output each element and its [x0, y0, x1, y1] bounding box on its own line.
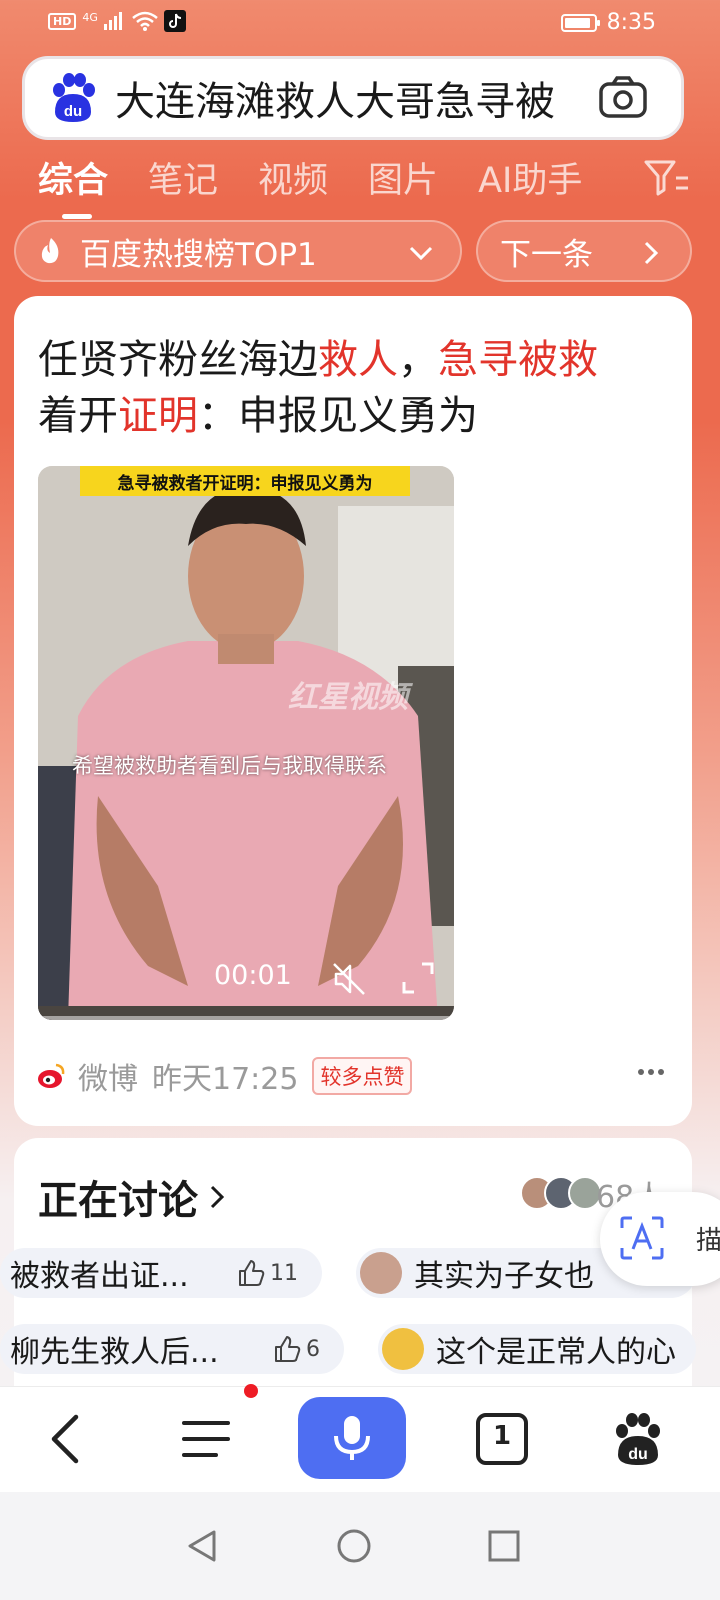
- video-player[interactable]: 急寻被救者开证明：申报见义勇为 红星视频 希望被救助者看到后与我取得联系 00:…: [38, 466, 454, 1020]
- search-bar[interactable]: du 大连海滩救人大哥急寻被: [22, 56, 684, 140]
- hot-search-rank[interactable]: 百度热搜榜TOP1: [14, 220, 462, 282]
- more-options-icon[interactable]: [636, 1062, 666, 1082]
- popular-badge: 较多点赞: [312, 1057, 413, 1095]
- title-part: 着开: [38, 393, 118, 439]
- video-progress-bar[interactable]: [38, 1016, 454, 1020]
- title-highlight: 急寻被救: [438, 337, 598, 383]
- article-title[interactable]: 任贤齐粉丝海边救人，急寻被救着开证明：申报见义勇为: [38, 332, 668, 444]
- article-time: 昨天17:25: [152, 1062, 299, 1097]
- next-item-button[interactable]: 下一条: [476, 220, 692, 282]
- microphone-icon: [334, 1416, 370, 1460]
- like-count[interactable]: 11: [236, 1258, 298, 1288]
- hd-indicator: HD: [48, 12, 77, 30]
- system-nav-bar: [0, 1492, 720, 1600]
- title-part: ：申报见义勇为: [198, 393, 478, 439]
- battery-level: [564, 17, 590, 28]
- battery-icon: [560, 13, 600, 32]
- title-part: 任贤齐粉丝海边: [38, 337, 318, 383]
- chevron-down-icon: [409, 246, 433, 261]
- clock: 8:35: [606, 10, 656, 35]
- chevron-right-icon: [644, 241, 659, 265]
- participant-avatars: [520, 1176, 602, 1210]
- comment-text: 被救者出证...: [10, 1259, 189, 1294]
- voice-search-button[interactable]: [298, 1397, 406, 1479]
- fullscreen-icon[interactable]: [400, 960, 436, 996]
- like-count[interactable]: 6: [272, 1334, 320, 1364]
- video-banner: 急寻被救者开证明：申报见义勇为: [80, 466, 410, 496]
- comment-chip[interactable]: 这个是正常人的心: [378, 1324, 696, 1374]
- system-home-icon[interactable]: [336, 1528, 372, 1564]
- thumbs-up-icon: [239, 1260, 265, 1286]
- discussion-title[interactable]: 正在讨论: [38, 1168, 230, 1226]
- article-source[interactable]: 微博: [78, 1054, 138, 1098]
- float-button-edge-text: 描: [696, 1226, 720, 1256]
- tiktok-icon: [163, 10, 186, 32]
- status-right: 8:35: [560, 10, 656, 35]
- weibo-icon: [38, 1063, 65, 1088]
- text-recognition-button[interactable]: 描: [600, 1192, 720, 1286]
- discussion-title-text: 正在讨论: [38, 1178, 198, 1224]
- menu-icon[interactable]: [176, 1409, 236, 1469]
- system-back-icon[interactable]: [184, 1528, 220, 1564]
- article-meta: 微博 昨天17:25 较多点赞: [36, 1054, 413, 1098]
- tabs-button[interactable]: 1: [472, 1409, 532, 1469]
- title-highlight: 救人: [318, 337, 398, 383]
- flame-icon: [41, 238, 59, 264]
- thumbs-up-icon: [275, 1336, 301, 1362]
- baidu-home-icon[interactable]: du: [608, 1409, 668, 1469]
- like-number: 6: [306, 1336, 320, 1362]
- avatar: [360, 1252, 402, 1294]
- text-recognition-icon: [620, 1216, 664, 1260]
- comment-text: 柳先生救人后...: [10, 1335, 219, 1370]
- tab-images[interactable]: 图片: [368, 152, 438, 203]
- signal-icon: [103, 12, 122, 30]
- hot-search-label: 百度热搜榜TOP1: [80, 236, 317, 273]
- search-tabs: 综合 笔记 视频 图片 AI助手: [38, 152, 582, 219]
- video-frame: [38, 466, 454, 1020]
- tab-count: 1: [492, 1421, 512, 1451]
- tab-notes[interactable]: 笔记: [148, 152, 218, 203]
- filter-icon[interactable]: [644, 158, 688, 198]
- title-highlight: 证明: [118, 393, 198, 439]
- tab-all[interactable]: 综合: [38, 152, 108, 219]
- wifi-icon: [132, 11, 158, 31]
- mute-icon[interactable]: [330, 960, 368, 998]
- like-number: 11: [270, 1260, 298, 1286]
- comment-text: 这个是正常人的心: [436, 1335, 676, 1370]
- comment-text: 其实为子女也: [414, 1259, 594, 1294]
- next-item-label: 下一条: [500, 236, 593, 273]
- title-part: ，: [398, 337, 438, 383]
- search-input[interactable]: 大连海滩救人大哥急寻被: [115, 69, 583, 127]
- video-timestamp: 00:01: [214, 960, 292, 991]
- signal-label: 4G: [82, 10, 98, 24]
- avatar: [382, 1328, 424, 1370]
- tab-ai-assistant[interactable]: AI助手: [478, 152, 582, 203]
- comment-chip[interactable]: 柳先生救人后... 6: [0, 1324, 344, 1374]
- comment-chip[interactable]: 被救者出证... 11: [0, 1248, 322, 1298]
- notification-dot: [244, 1384, 258, 1398]
- camera-icon[interactable]: [597, 72, 649, 124]
- bottom-toolbar: 1 du: [0, 1386, 720, 1492]
- status-bar: HD 4G 8:35: [0, 0, 720, 46]
- system-recents-icon[interactable]: [486, 1528, 522, 1564]
- baidu-paw-icon[interactable]: du: [45, 70, 101, 126]
- status-left: HD 4G: [48, 10, 186, 32]
- svg-text:du: du: [628, 1446, 648, 1463]
- video-watermark: 红星视频: [288, 680, 408, 715]
- back-icon[interactable]: [36, 1409, 96, 1469]
- video-caption: 希望被救助者看到后与我取得联系: [72, 754, 387, 778]
- svg-text:du: du: [64, 103, 82, 120]
- chevron-right-icon: [210, 1185, 225, 1209]
- tab-video[interactable]: 视频: [258, 152, 328, 203]
